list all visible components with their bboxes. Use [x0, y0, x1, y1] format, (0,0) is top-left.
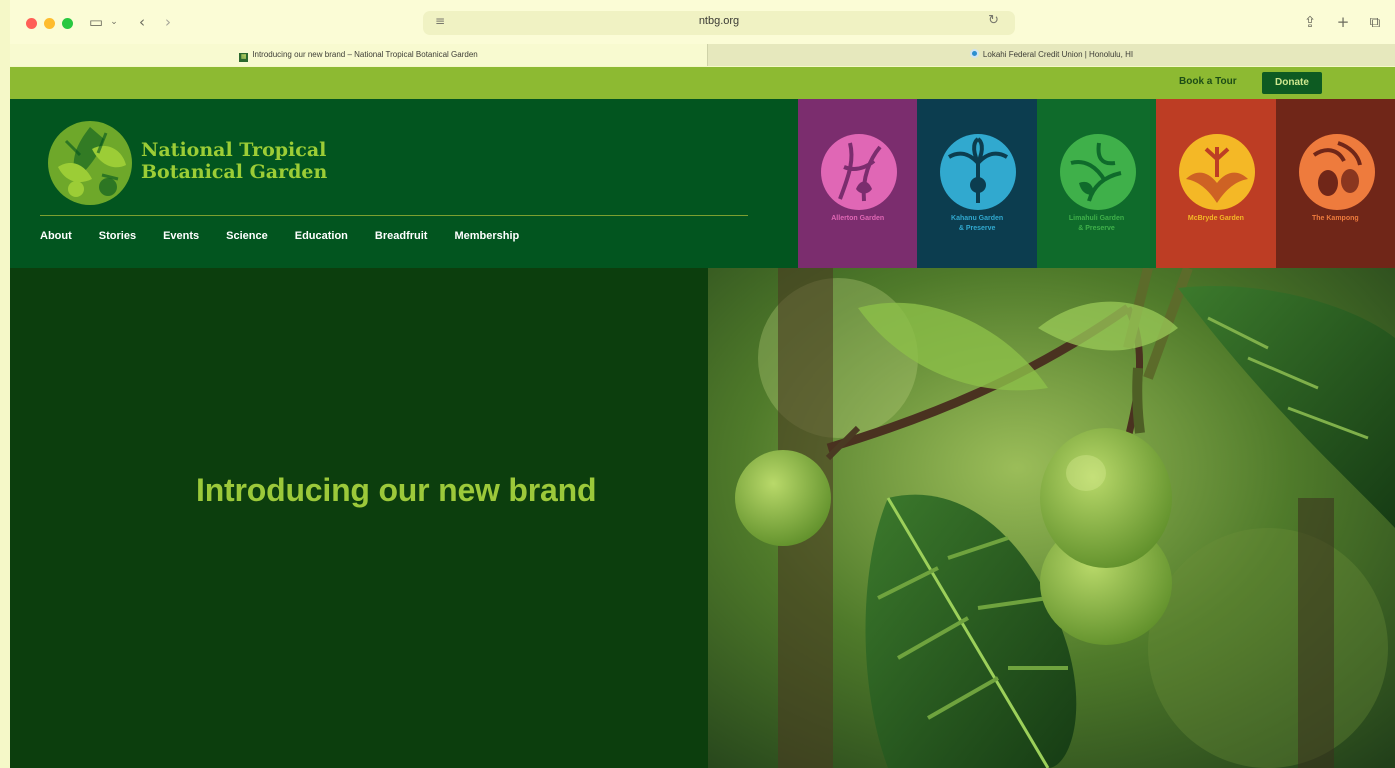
nav-events[interactable]: Events [163, 230, 199, 242]
close-window-button[interactable] [26, 18, 37, 29]
garden-label: Limahuli Garden & Preserve [1037, 214, 1156, 234]
allerton-emblem-icon [821, 134, 897, 210]
book-tour-link[interactable]: Book a Tour [1179, 76, 1237, 87]
gardens-menu: Allerton Garden Kahanu Garden & Preserve [798, 99, 1395, 268]
header-divider [40, 215, 748, 216]
url-text[interactable]: ntbg.org [423, 15, 1015, 27]
nav-about[interactable]: About [40, 230, 72, 242]
mcbryde-emblem-icon [1179, 134, 1256, 210]
tab-lokahi[interactable]: Lokahi Federal Credit Union | Honolulu, … [707, 44, 1395, 66]
hero-panel: Introducing our new brand [10, 268, 708, 768]
back-icon[interactable]: ‹ [135, 12, 149, 32]
site-header: National Tropical Botanical Garden About… [10, 99, 798, 268]
kampong-emblem-icon [1298, 134, 1375, 210]
chevron-down-icon[interactable]: ⌄ [109, 12, 119, 32]
garden-allerton[interactable]: Allerton Garden [798, 99, 918, 268]
tab-overview-icon[interactable]: ⧉ [1367, 12, 1383, 32]
garden-label-line-1: Kahanu Garden [951, 215, 1004, 222]
zoom-window-button[interactable] [62, 18, 73, 29]
sidebar-toggle-icon[interactable]: ▭ [87, 12, 105, 32]
garden-label: Allerton Garden [831, 215, 885, 222]
nav-science[interactable]: Science [226, 230, 268, 242]
garden-label: The Kampong [1311, 215, 1359, 222]
hero-title: Introducing our new brand [196, 472, 597, 508]
logo-line-1: National Tropical [141, 139, 327, 161]
address-bar[interactable]: ≡ ntbg.org ↻ [423, 11, 1015, 35]
reload-icon[interactable]: ↻ [988, 13, 999, 28]
nav-education[interactable]: Education [295, 230, 348, 242]
forward-icon[interactable]: › [161, 12, 175, 32]
nav-stories[interactable]: Stories [99, 230, 136, 242]
nav-breadfruit[interactable]: Breadfruit [375, 230, 428, 242]
screen: ▭ ⌄ ‹ › ≡ ntbg.org ↻ ⇪ + ⧉ ▦ Introducing … [0, 0, 1395, 768]
tab-label: Lokahi Federal Credit Union | Honolulu, … [982, 50, 1134, 59]
lokahi-favicon-icon [969, 49, 979, 58]
minimize-window-button[interactable] [44, 18, 55, 29]
share-icon[interactable]: ⇪ [1302, 12, 1318, 32]
tab-ntbg[interactable]: ▦ Introducing our new brand – National Tr… [10, 44, 707, 66]
garden-kampong[interactable]: The Kampong [1275, 99, 1395, 268]
garden-label-line-2: & Preserve [1078, 225, 1115, 232]
garden-label-line-1: Limahuli Garden [1068, 215, 1125, 222]
tab-strip: ▦ Introducing our new brand – National Tr… [10, 44, 1395, 66]
hero-image [708, 268, 1395, 768]
garden-kahanu[interactable]: Kahanu Garden & Preserve [917, 99, 1037, 268]
ntbg-favicon-icon: ▦ [239, 53, 249, 62]
browser-toolbar: ▭ ⌄ ‹ › ≡ ntbg.org ↻ ⇪ + ⧉ [10, 0, 1395, 44]
site-logo-text[interactable]: National Tropical Botanical Garden [141, 139, 327, 183]
logo-line-2: Botanical Garden [141, 161, 328, 183]
main-nav: About Stories Events Science Education B… [40, 230, 519, 242]
garden-label-line-2: & Preserve [958, 225, 996, 232]
utility-bar: Book a Tour Donate [10, 67, 1395, 99]
donate-button[interactable]: Donate [1262, 72, 1322, 94]
ntbg-logo-icon[interactable] [46, 119, 134, 207]
kahanu-emblem-icon [940, 134, 1017, 210]
new-tab-icon[interactable]: + [1335, 12, 1351, 32]
garden-label: Kahanu Garden & Preserve [917, 214, 1036, 234]
limahuli-emblem-icon [1059, 134, 1136, 210]
tab-label: Introducing our new brand – National Tro… [252, 50, 478, 59]
website: Book a Tour Donate National Tropical Bot… [10, 67, 1395, 768]
breadfruit-photo [708, 268, 1395, 768]
nav-membership[interactable]: Membership [454, 230, 519, 242]
garden-label: McBryde Garden [1187, 215, 1244, 222]
garden-mcbryde[interactable]: McBryde Garden [1156, 99, 1276, 268]
garden-limahuli[interactable]: Limahuli Garden & Preserve [1036, 99, 1157, 268]
